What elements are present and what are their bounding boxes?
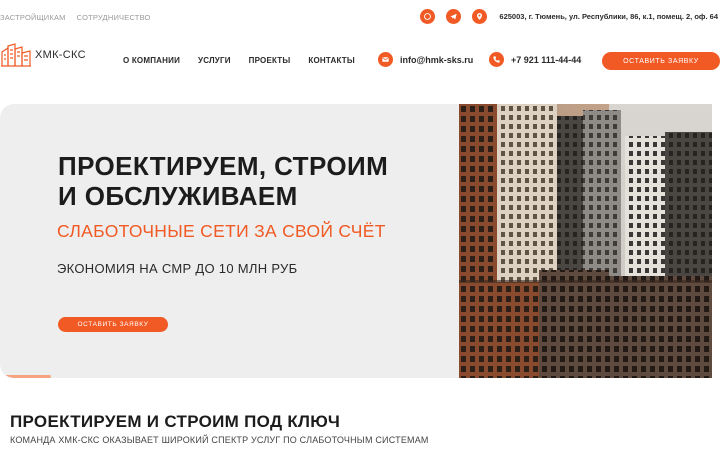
hero-title-line1: ПРОЕКТИРУЕМ, СТРОИМ <box>58 151 389 181</box>
main-header: ХМК-СКС О КОМПАНИИ УСЛУГИ ПРОЕКТЫ КОНТАК… <box>0 40 720 84</box>
phone-contact[interactable]: +7 921 111-44-44 <box>489 52 581 67</box>
link-cooperation[interactable]: СОТРУДНИЧЕСТВО <box>77 13 151 22</box>
top-links: ЗАСТРОЙЩИКАМ СОТРУДНИЧЕСТВО <box>0 13 151 22</box>
phone-icon <box>489 52 504 67</box>
top-contacts: 625003, г. Тюмень, ул. Республики, 86, к… <box>420 9 718 24</box>
section-description: КОМАНДА ХМК-СКС ОКАЗЫВАЕТ ШИРОКИЙ СПЕКТР… <box>10 435 429 445</box>
logo-text: ХМК-СКС <box>35 49 86 61</box>
hero-buildings-image <box>459 104 712 378</box>
section-title: ПРОЕКТИРУЕМ И СТРОИМ ПОД КЛЮЧ <box>10 412 341 431</box>
hero-title: ПРОЕКТИРУЕМ, СТРОИМ И ОБСЛУЖИВАЕМ <box>58 151 388 211</box>
nav-services[interactable]: УСЛУГИ <box>198 56 231 65</box>
office-address: 625003, г. Тюмень, ул. Республики, 86, к… <box>499 12 718 21</box>
main-nav: О КОМПАНИИ УСЛУГИ ПРОЕКТЫ КОНТАКТЫ <box>123 56 355 65</box>
mail-icon <box>378 52 393 67</box>
telegram-icon[interactable] <box>446 9 462 24</box>
whatsapp-icon[interactable] <box>420 9 436 24</box>
logo[interactable]: ХМК-СКС <box>1 43 86 67</box>
nav-projects[interactable]: ПРОЕКТЫ <box>249 56 291 65</box>
nav-about[interactable]: О КОМПАНИИ <box>123 56 180 65</box>
top-bar: ЗАСТРОЙЩИКАМ СОТРУДНИЧЕСТВО 625003, г. Т… <box>0 0 720 36</box>
location-pin-icon <box>472 9 488 24</box>
slider-progress <box>3 375 51 378</box>
nav-contacts[interactable]: КОНТАКТЫ <box>308 56 354 65</box>
hero-banner: ПРОЕКТИРУЕМ, СТРОИМ И ОБСЛУЖИВАЕМ СЛАБОТ… <box>0 104 712 378</box>
hero-subtitle: СЛАБОТОЧНЫЕ СЕТИ ЗА СВОЙ СЧЁТ <box>57 221 386 241</box>
request-button[interactable]: ОСТАВИТЬ ЗАЯВКУ <box>602 52 720 70</box>
logo-buildings-icon <box>1 43 31 67</box>
hero-request-button[interactable]: ОСТАВИТЬ ЗАЯВКУ <box>58 317 168 332</box>
phone-text: +7 921 111-44-44 <box>511 54 582 65</box>
email-contact[interactable]: info@hmk-sks.ru <box>378 52 473 67</box>
hero-economy-text: ЭКОНОМИЯ НА СМР ДО 10 МЛН РУБ <box>57 261 298 276</box>
email-text: info@hmk-sks.ru <box>400 54 474 65</box>
hero-title-line2: И ОБСЛУЖИВАЕМ <box>58 181 298 211</box>
link-developers[interactable]: ЗАСТРОЙЩИКАМ <box>0 13 66 22</box>
